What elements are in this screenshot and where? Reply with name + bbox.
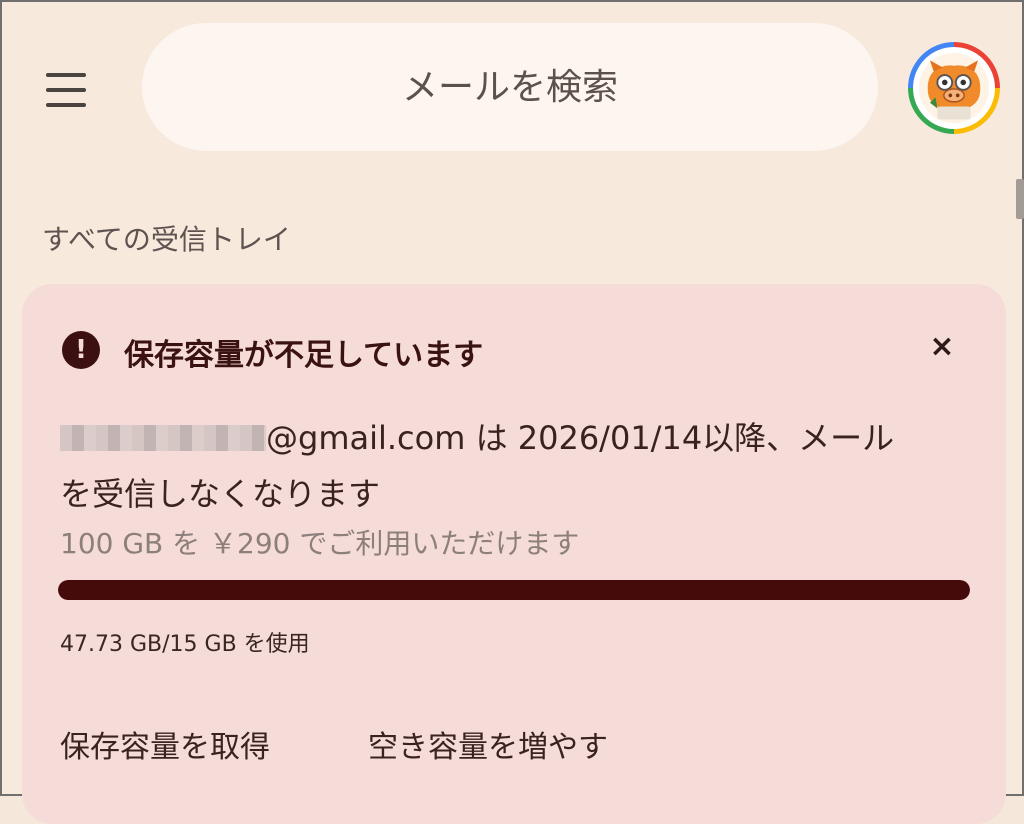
exclamation-circle-icon: ! [62, 331, 100, 369]
redacted-email-user [60, 425, 266, 451]
inbox-label: すべての受信トレイ [42, 223, 291, 256]
scrollbar-thumb[interactable] [1016, 179, 1024, 219]
get-storage-button[interactable]: 保存容量を取得 [60, 722, 270, 766]
app-frame: すべての受信トレイ ! 保存容量が不足しています × @gmail.com は … [0, 0, 1024, 824]
storage-warning-title: 保存容量が不足しています [124, 338, 484, 373]
hamburger-menu-icon[interactable] [42, 70, 90, 110]
message-second-line: を受信しなくなります [60, 475, 381, 513]
search-input[interactable] [142, 23, 878, 151]
storage-warning-message: @gmail.com は 2026/01/14以降、メール を受信しなくなります [60, 410, 960, 522]
storage-usage-fill [58, 580, 970, 600]
close-icon[interactable]: × [924, 328, 960, 364]
storage-warning-card: ! 保存容量が不足しています × @gmail.com は 2026/01/14… [22, 284, 1006, 824]
storage-usage-bar [58, 580, 970, 600]
storage-usage-text: 47.73 GB/15 GB を使用 [60, 632, 310, 657]
free-up-space-button[interactable]: 空き容量を増やす [368, 722, 608, 766]
message-email-line: @gmail.com は 2026/01/14以降、メール [266, 419, 895, 457]
account-avatar[interactable] [908, 42, 1000, 134]
plan-offer-text: 100 GB を ￥290 でご利用いただけます [60, 527, 580, 560]
pig-avatar-icon [918, 52, 990, 124]
search-bar[interactable] [142, 23, 878, 151]
avatar-image [913, 47, 995, 129]
